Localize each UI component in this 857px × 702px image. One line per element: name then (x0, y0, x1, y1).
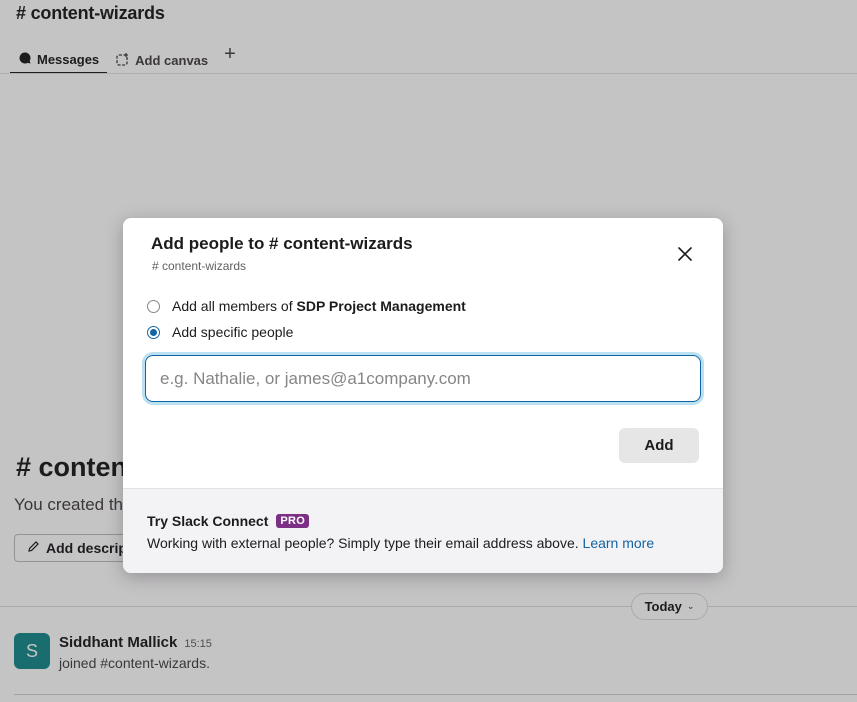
pro-badge: PRO (276, 514, 310, 528)
footer-heading: Try Slack Connect (147, 513, 269, 529)
radio-all-members[interactable] (147, 299, 160, 313)
footer-text: Working with external people? Simply typ… (147, 535, 655, 551)
slack-connect-footer: Try Slack Connect PRO Working with exter… (123, 488, 723, 573)
modal-subtitle: # content-wizards (152, 259, 247, 273)
option-specific-people-label: Add specific people (172, 324, 294, 340)
option-all-members-label: Add all members of SDP Project Managemen… (172, 298, 466, 314)
add-people-modal: Add people to # content-wizards # conten… (123, 218, 723, 573)
add-button[interactable]: Add (619, 428, 699, 463)
learn-more-link[interactable]: Learn more (583, 535, 655, 551)
close-button[interactable] (671, 242, 699, 270)
option-specific-people[interactable]: Add specific people (147, 324, 293, 340)
people-search-input[interactable] (145, 355, 701, 402)
close-icon (677, 246, 693, 267)
option-all-members[interactable]: Add all members of SDP Project Managemen… (147, 298, 466, 314)
modal-title: Add people to # content-wizards (151, 234, 413, 253)
radio-specific-people[interactable] (147, 325, 160, 339)
